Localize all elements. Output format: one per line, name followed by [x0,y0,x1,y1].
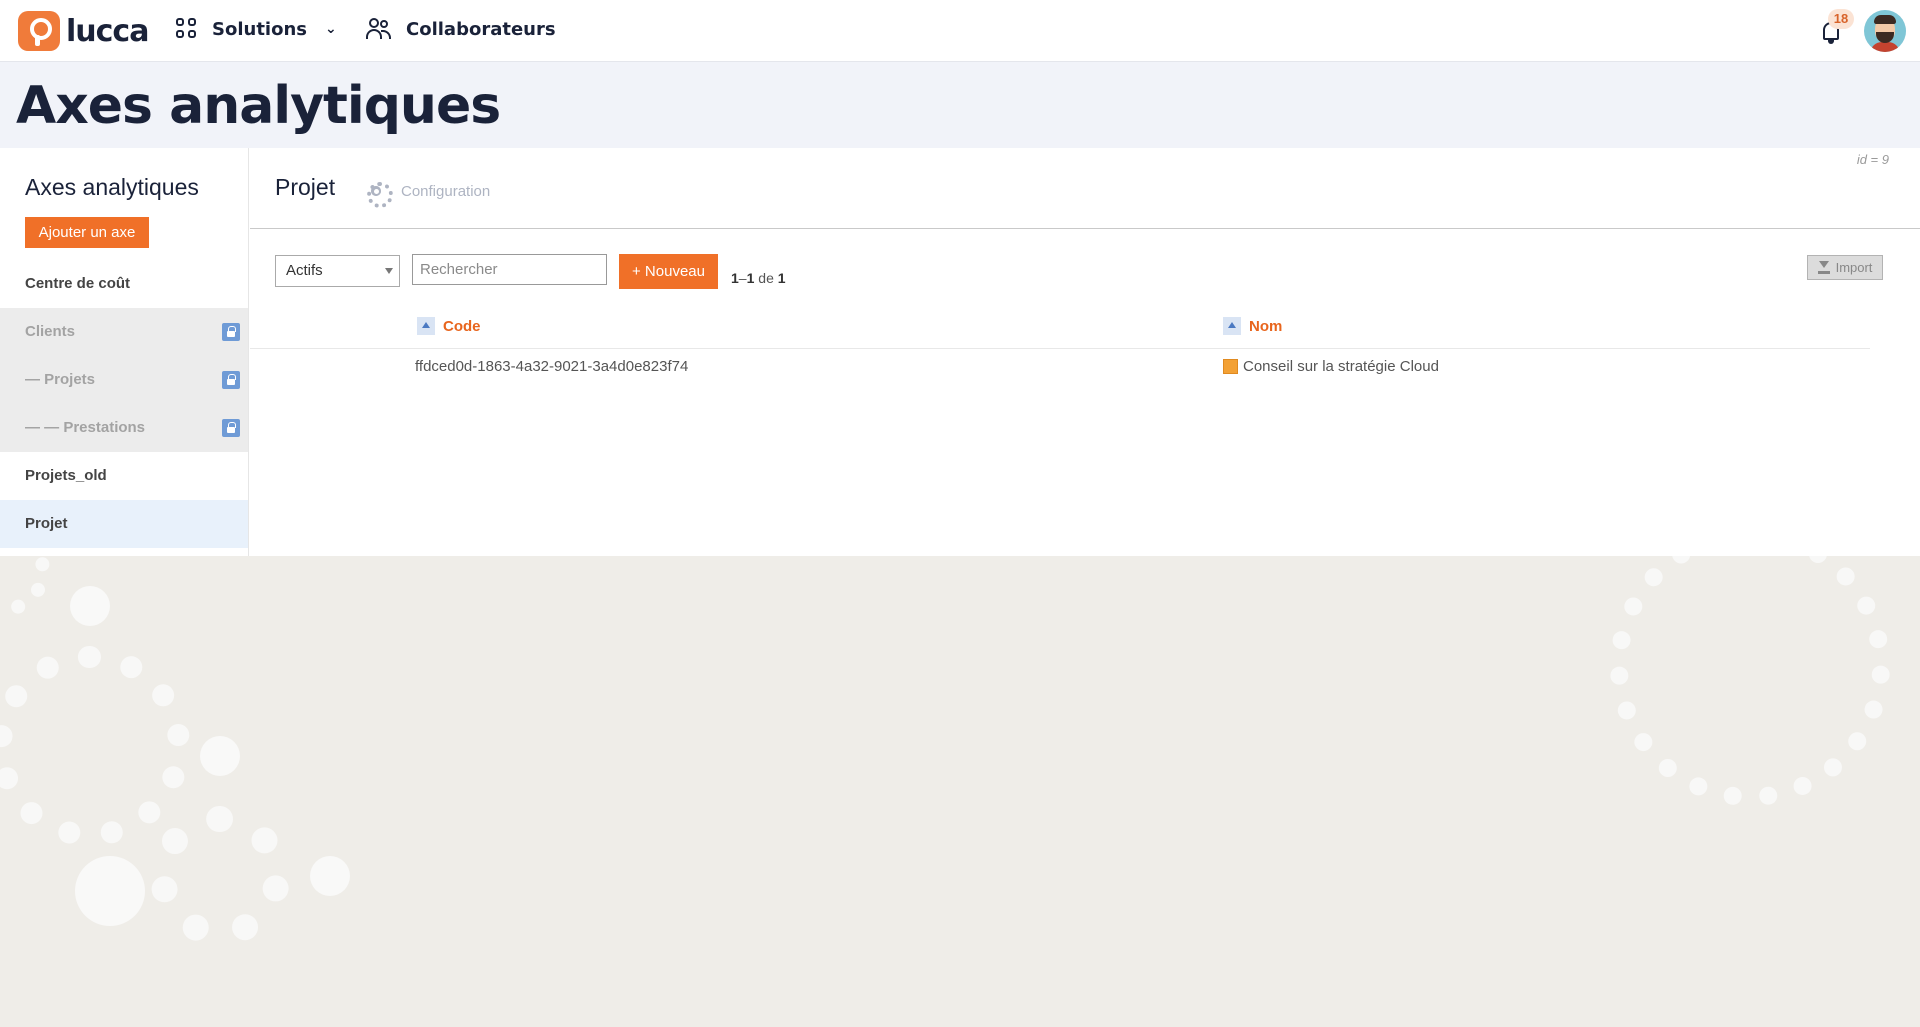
status-select-value: Actifs [286,262,323,279]
page-header: Axes analytiques [0,62,1920,148]
sidebar-item-centre-de-cout[interactable]: Centre de coût [0,260,248,308]
sidebar-title: Axes analytiques [25,174,199,200]
axis-title: Projet [275,174,336,200]
sidebar-item-label: — — Prestations [25,419,146,436]
sort-up-icon [1223,317,1241,335]
logo-text: lucca [66,13,149,49]
sidebar: Axes analytiques Ajouter un axe Centre d… [0,148,249,556]
sidebar-item-projets[interactable]: — Projets [0,356,248,404]
column-header-label: Code [443,317,481,335]
lucca-logo[interactable]: lucca [18,11,149,51]
configuration-link[interactable]: Configuration [365,180,491,208]
sidebar-item-label: — Projets [25,371,96,388]
add-axis-button[interactable]: Ajouter un axe [25,217,149,248]
pager-total: 1 [777,270,786,286]
divider [250,228,1920,229]
page-title: Axes analytiques [16,76,501,136]
sidebar-item-label: Projets_old [25,467,107,484]
sidebar-item-label: Centre de coût [25,275,131,292]
gear-decoration [150,806,290,946]
import-label: Import [1835,260,1873,275]
column-header-label: Nom [1249,317,1283,335]
gear-decoration [70,586,110,626]
lock-icon [222,323,240,341]
main-content: id = 9 Projet Configuration Actifs + Nou… [250,148,1920,556]
column-header-nom[interactable]: Nom [1223,317,1282,335]
sidebar-item-projet[interactable]: Projet [0,500,248,548]
lock-icon [222,371,240,389]
cell-text: ffdced0d-1863-4a32-9021-3a4d0e823f74 [415,358,689,375]
cell-text: Conseil sur la stratégie Cloud [1243,358,1439,375]
pager-of: de [758,270,774,286]
sidebar-item-label: Clients [25,323,76,340]
people-icon [366,18,392,40]
table-cell-code[interactable]: ffdced0d-1863-4a32-9021-3a4d0e823f74 [415,358,688,375]
gear-decoration [200,736,240,776]
lock-icon [222,419,240,437]
color-swatch [1223,359,1238,374]
pager-from: 1 [731,270,739,286]
sidebar-item-prestations[interactable]: — — Prestations [0,404,248,452]
new-button[interactable]: + Nouveau [619,254,718,289]
pager-to: 1 [746,270,755,286]
gear-decoration [75,856,145,926]
gear-decoration [1610,556,1890,806]
status-select[interactable]: Actifs [275,255,400,287]
gear-decoration [0,646,190,846]
pager: 1–1 de 1 [731,270,786,286]
import-button[interactable]: Import [1807,255,1883,280]
gear-icon [365,180,393,208]
nav-solutions-label: Solutions [212,18,307,40]
nav-solutions[interactable]: Solutions ⌄ [176,18,337,40]
top-bar: lucca Solutions ⌄ Collaborateurs 18 [0,0,1920,62]
configuration-label: Configuration [401,182,491,200]
sidebar-item-label: Projet [25,515,68,532]
notification-badge: 18 [1828,9,1854,29]
gear-decoration [310,856,350,896]
content-panel: Axes analytiques Ajouter un axe Centre d… [0,148,1920,556]
dropdown-arrow-icon [385,268,393,274]
grid-icon [176,18,198,40]
chevron-down-icon: ⌄ [324,21,337,37]
gear-decoration [0,556,50,616]
table-header-divider [250,348,1870,349]
download-icon [1817,261,1830,274]
gears-background [0,556,1920,1027]
column-header-code[interactable]: Code [417,317,481,335]
sidebar-item-clients[interactable]: Clients [0,308,248,356]
nav-collaborateurs-label: Collaborateurs [406,18,556,40]
lucca-logo-icon [18,11,60,51]
table-cell-nom[interactable]: Conseil sur la stratégie Cloud [1223,358,1439,375]
nav-collaborateurs[interactable]: Collaborateurs [366,18,556,40]
avatar[interactable] [1864,10,1906,52]
id-label: id = 9 [1856,152,1889,167]
sidebar-item-projets-old[interactable]: Projets_old [0,452,248,500]
sort-up-icon [417,317,435,335]
search-input[interactable] [412,254,607,285]
